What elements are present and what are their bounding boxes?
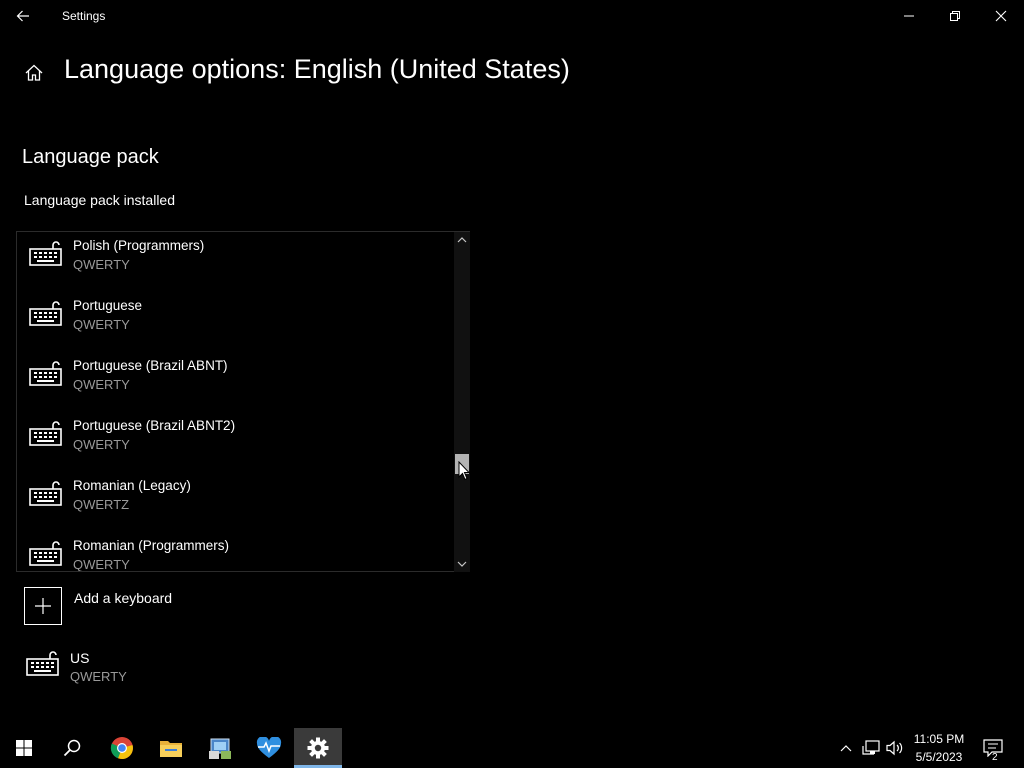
show-hidden-icons-button[interactable] [836,728,856,768]
keyboard-icon [29,241,62,266]
chevron-up-icon [840,745,852,752]
clock-date[interactable]: 5/5/2023 [906,750,972,764]
scroll-up-button[interactable] [454,232,470,248]
add-keyboard-plus[interactable] [24,587,62,625]
app-title: Settings [62,9,106,23]
list-item[interactable]: Portuguese (Brazil ABNT) QWERTY [17,354,453,414]
page-title: Language options: English (United States… [64,54,570,84]
list-item[interactable]: Portuguese QWERTY [17,294,453,354]
back-arrow-icon [16,10,29,22]
title-bar [0,0,1024,32]
start-button[interactable] [0,728,48,768]
home-button[interactable] [22,60,46,86]
taskbar-file-explorer[interactable] [147,728,195,768]
gear-icon [307,737,329,759]
close-icon [995,10,1007,22]
keyboard-name: Portuguese [73,298,143,313]
add-keyboard-label: Add a keyboard [74,590,173,606]
taskbar-health-app[interactable] [245,728,293,768]
taskbar-chrome[interactable] [98,728,146,768]
add-keyboard-button[interactable] [24,587,324,627]
keyboard-icon [29,541,62,566]
scroll-down-button[interactable] [454,556,470,572]
chrome-icon [110,737,133,760]
chevron-up-icon [457,237,467,243]
keyboard-layout: QWERTY [73,257,130,272]
speaker-icon [886,740,903,756]
mouse-cursor-icon [458,461,470,481]
keyboard-icon [29,361,62,386]
plus-icon [35,598,51,614]
keyboard-layout: QWERTZ [73,497,130,512]
keyboard-name: Portuguese (Brazil ABNT2) [73,418,236,433]
network-icon [862,740,880,755]
keyboard-layout: QWERTY [73,317,130,332]
keyboard-list[interactable]: Polish (Programmers) QWERTY Portuguese Q… [16,231,470,572]
installed-keyboard-item[interactable] [24,648,324,692]
back-button[interactable] [0,0,46,32]
keyboard-layout: QWERTY [73,437,130,452]
home-icon [25,64,43,81]
clock-time[interactable]: 11:05 PM [906,732,972,746]
keyboard-name: Romanian (Legacy) [73,478,191,493]
keyboard-name: Portuguese (Brazil ABNT) [73,358,228,373]
section-title: Language pack [22,146,159,168]
close-button[interactable] [978,0,1024,32]
taskbar-control-panel[interactable] [196,728,244,768]
taskbar-settings[interactable] [294,728,342,768]
list-item[interactable]: Portuguese (Brazil ABNT2) QWERTY [17,414,453,474]
windows-logo-icon [16,740,32,756]
search-icon [63,739,81,757]
folder-icon [160,741,182,757]
network-button[interactable] [860,728,882,768]
list-item[interactable]: Romanian (Programmers) QWERTY [17,534,453,572]
list-item[interactable]: Polish (Programmers) QWERTY [17,234,453,294]
scrollbar-track[interactable] [454,232,470,572]
keyboard-icon [29,421,62,446]
list-item[interactable]: Romanian (Legacy) QWERTZ [17,474,453,534]
language-pack-status: Language pack installed [24,192,176,208]
installed-keyboard-layout: QWERTY [70,669,127,684]
restore-icon [950,11,960,21]
search-button[interactable] [48,728,96,768]
notification-count: 2 [992,752,998,763]
keyboard-name: Romanian (Programmers) [73,538,230,553]
keyboard-icon [29,301,62,326]
keyboard-layout: QWERTY [73,377,130,392]
minimize-icon [904,15,914,17]
restore-button[interactable] [932,0,978,32]
keyboard-icon [26,651,59,676]
chevron-down-icon [457,561,467,567]
minimize-button[interactable] [886,0,932,32]
keyboard-layout: QWERTY [73,557,130,572]
volume-button[interactable] [884,728,906,768]
keyboard-icon [29,481,62,506]
heartbeat-icon [256,737,282,758]
installed-keyboard-name: US [70,650,90,666]
keyboard-name: Polish (Programmers) [73,238,205,253]
control-panel-icon [209,738,231,759]
